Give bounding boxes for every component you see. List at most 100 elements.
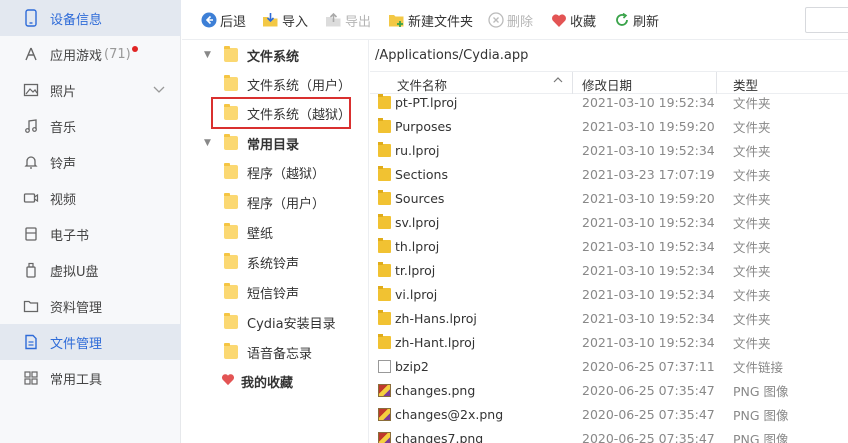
export-button[interactable]: 导出 xyxy=(325,10,371,30)
new-folder-button[interactable]: 新建文件夹 xyxy=(388,10,473,30)
tree-item-common-directories[interactable]: ▼ 常用目录 xyxy=(204,131,299,155)
file-type-cell: 文件夹 xyxy=(733,239,771,255)
folder-icon xyxy=(224,343,238,359)
file-name-cell: changes@2x.png xyxy=(378,402,503,426)
sidebar-item-photos[interactable]: 照片 xyxy=(0,72,181,108)
import-button[interactable]: 导入 xyxy=(262,10,308,30)
table-row[interactable]: sv.lproj 2021-03-10 19:52:34 文件夹 xyxy=(370,210,848,234)
file-type-cell: 文件夹 xyxy=(733,167,771,183)
table-row[interactable]: Purposes 2021-03-10 19:59:20 文件夹 xyxy=(370,114,848,138)
phone-icon xyxy=(22,9,40,27)
file-icon xyxy=(22,333,40,351)
table-row[interactable]: bzip2 2020-06-25 07:37:11 文件链接 xyxy=(370,354,848,378)
column-header-name[interactable]: 文件名称 xyxy=(397,75,447,94)
file-type-cell: 文件夹 xyxy=(733,335,771,351)
file-name: sv.lproj xyxy=(395,214,440,230)
new-folder-icon xyxy=(388,12,405,29)
file-table-body: pt-PT.lproj 2021-03-10 19:52:34 文件夹 Purpose… xyxy=(370,94,848,443)
delete-button[interactable]: 删除 xyxy=(487,10,533,30)
tree-item-voice-memos[interactable]: 语音备忘录 xyxy=(224,340,312,364)
column-header-date[interactable]: 修改日期 xyxy=(582,75,632,94)
sidebar-item-label: 音乐 xyxy=(50,120,77,136)
sidebar-item-label: 铃声 xyxy=(50,156,77,172)
sidebar-item-data-management[interactable]: 资料管理 xyxy=(0,288,181,324)
sidebar-item-label: 应用游戏 xyxy=(50,48,103,64)
file-name: tr.lproj xyxy=(395,262,436,278)
folder-icon xyxy=(224,253,238,269)
collapse-triangle-icon[interactable]: ▼ xyxy=(204,138,214,148)
column-divider[interactable] xyxy=(716,72,717,94)
sidebar-item-apps[interactable]: 应用游戏 (71) xyxy=(0,36,181,72)
favorite-button[interactable]: 收藏 xyxy=(550,10,596,30)
sidebar-item-tools[interactable]: 常用工具 xyxy=(0,360,181,396)
table-row[interactable]: changes.png 2020-06-25 07:35:47 PNG 图像 xyxy=(370,378,848,402)
sidebar-item-label: 虚拟U盘 xyxy=(50,264,99,280)
tree-item-my-favorites[interactable]: 我的收藏 xyxy=(221,369,293,393)
file-name-cell: Purposes xyxy=(378,114,452,138)
folder-icon xyxy=(224,223,238,239)
tree-item-cydia-directory[interactable]: Cydia安装目录 xyxy=(224,310,336,334)
sidebar-item-file-management[interactable]: 文件管理 xyxy=(0,324,181,360)
modified-date-cell: 2021-03-10 19:52:34 xyxy=(582,286,715,302)
tree-item-filesystem-jailbreak[interactable]: 文件系统（越狱） xyxy=(224,101,351,125)
table-row[interactable]: pt-PT.lproj 2021-03-10 19:52:34 文件夹 xyxy=(370,94,848,114)
tree-item-sms-ringtones[interactable]: 短信铃声 xyxy=(224,280,299,304)
import-icon xyxy=(262,12,279,29)
delete-icon xyxy=(487,12,504,29)
table-row[interactable]: changes7.png 2020-06-25 07:35:47 PNG 图像 xyxy=(370,426,848,443)
column-header-type[interactable]: 类型 xyxy=(733,75,758,94)
tree-item-filesystem[interactable]: ▼ 文件系统 xyxy=(204,43,299,67)
file-name-cell: sv.lproj xyxy=(378,210,439,234)
file-table-header: 文件名称 修改日期 类型 xyxy=(370,72,848,94)
file-type-cell: PNG 图像 xyxy=(733,383,789,399)
file-name-cell: Sources xyxy=(378,186,444,210)
column-divider[interactable] xyxy=(572,72,573,94)
refresh-icon xyxy=(613,12,630,29)
folder-icon xyxy=(378,94,391,109)
image-file-icon xyxy=(378,431,391,443)
file-type-cell: 文件夹 xyxy=(733,95,771,111)
tree-item-system-ringtones[interactable]: 系统铃声 xyxy=(224,250,299,274)
modified-date-cell: 2020-06-25 07:37:11 xyxy=(582,358,715,374)
folder-icon xyxy=(378,285,391,301)
file-name: vi.lproj xyxy=(395,286,438,302)
chevron-down-icon[interactable] xyxy=(153,83,165,98)
path-bar[interactable]: /Applications/Cydia.app xyxy=(370,40,848,72)
table-row[interactable]: Sections 2021-03-23 17:07:19 文件夹 xyxy=(370,162,848,186)
sidebar-item-virtual-usb[interactable]: 虚拟U盘 xyxy=(0,252,181,288)
file-name-cell: tr.lproj xyxy=(378,258,435,282)
sidebar-item-videos[interactable]: 视频 xyxy=(0,180,181,216)
sidebar-item-device-info[interactable]: 设备信息 xyxy=(0,0,181,36)
table-row[interactable]: vi.lproj 2021-03-10 19:52:34 文件夹 xyxy=(370,282,848,306)
table-row[interactable]: th.lproj 2021-03-10 19:52:34 文件夹 xyxy=(370,234,848,258)
file-icon xyxy=(378,359,391,373)
sidebar-item-ringtones[interactable]: 铃声 xyxy=(0,144,181,180)
folder-icon xyxy=(378,117,391,133)
sidebar-item-music[interactable]: 音乐 xyxy=(0,108,181,144)
tree-item-filesystem-user[interactable]: 文件系统（用户） xyxy=(224,72,351,96)
table-row[interactable]: tr.lproj 2021-03-10 19:52:34 文件夹 xyxy=(370,258,848,282)
tree-item-programs-user[interactable]: 程序（用户） xyxy=(224,190,325,214)
collapse-triangle-icon[interactable]: ▼ xyxy=(204,50,214,60)
folder-icon xyxy=(378,261,391,277)
search-input[interactable] xyxy=(805,7,848,33)
tree-item-wallpaper[interactable]: 壁纸 xyxy=(224,220,273,244)
file-type-cell: 文件夹 xyxy=(733,143,771,159)
modified-date-cell: 2021-03-10 19:52:34 xyxy=(582,262,715,278)
table-row[interactable]: Sources 2021-03-10 19:59:20 文件夹 xyxy=(370,186,848,210)
file-type-cell: 文件夹 xyxy=(733,191,771,207)
file-name-cell: zh-Hant.lproj xyxy=(378,330,475,354)
folder-icon xyxy=(22,297,40,315)
tree-item-programs-jailbreak[interactable]: 程序（越狱） xyxy=(224,160,325,184)
file-name-cell: bzip2 xyxy=(378,354,429,378)
sidebar-item-ebooks[interactable]: 电子书 xyxy=(0,216,181,252)
file-name: zh-Hans.lproj xyxy=(395,310,477,326)
table-row[interactable]: ru.lproj 2021-03-10 19:52:34 文件夹 xyxy=(370,138,848,162)
table-row[interactable]: zh-Hant.lproj 2021-03-10 19:52:34 文件夹 xyxy=(370,330,848,354)
table-row[interactable]: changes@2x.png 2020-06-25 07:35:47 PNG 图像 xyxy=(370,402,848,426)
modified-date-cell: 2021-03-10 19:52:34 xyxy=(582,94,715,110)
table-row[interactable]: zh-Hans.lproj 2021-03-10 19:52:34 文件夹 xyxy=(370,306,848,330)
sidebar-item-label: 资料管理 xyxy=(50,300,103,316)
refresh-button[interactable]: 刷新 xyxy=(613,10,659,30)
back-button[interactable]: 后退 xyxy=(200,10,246,30)
